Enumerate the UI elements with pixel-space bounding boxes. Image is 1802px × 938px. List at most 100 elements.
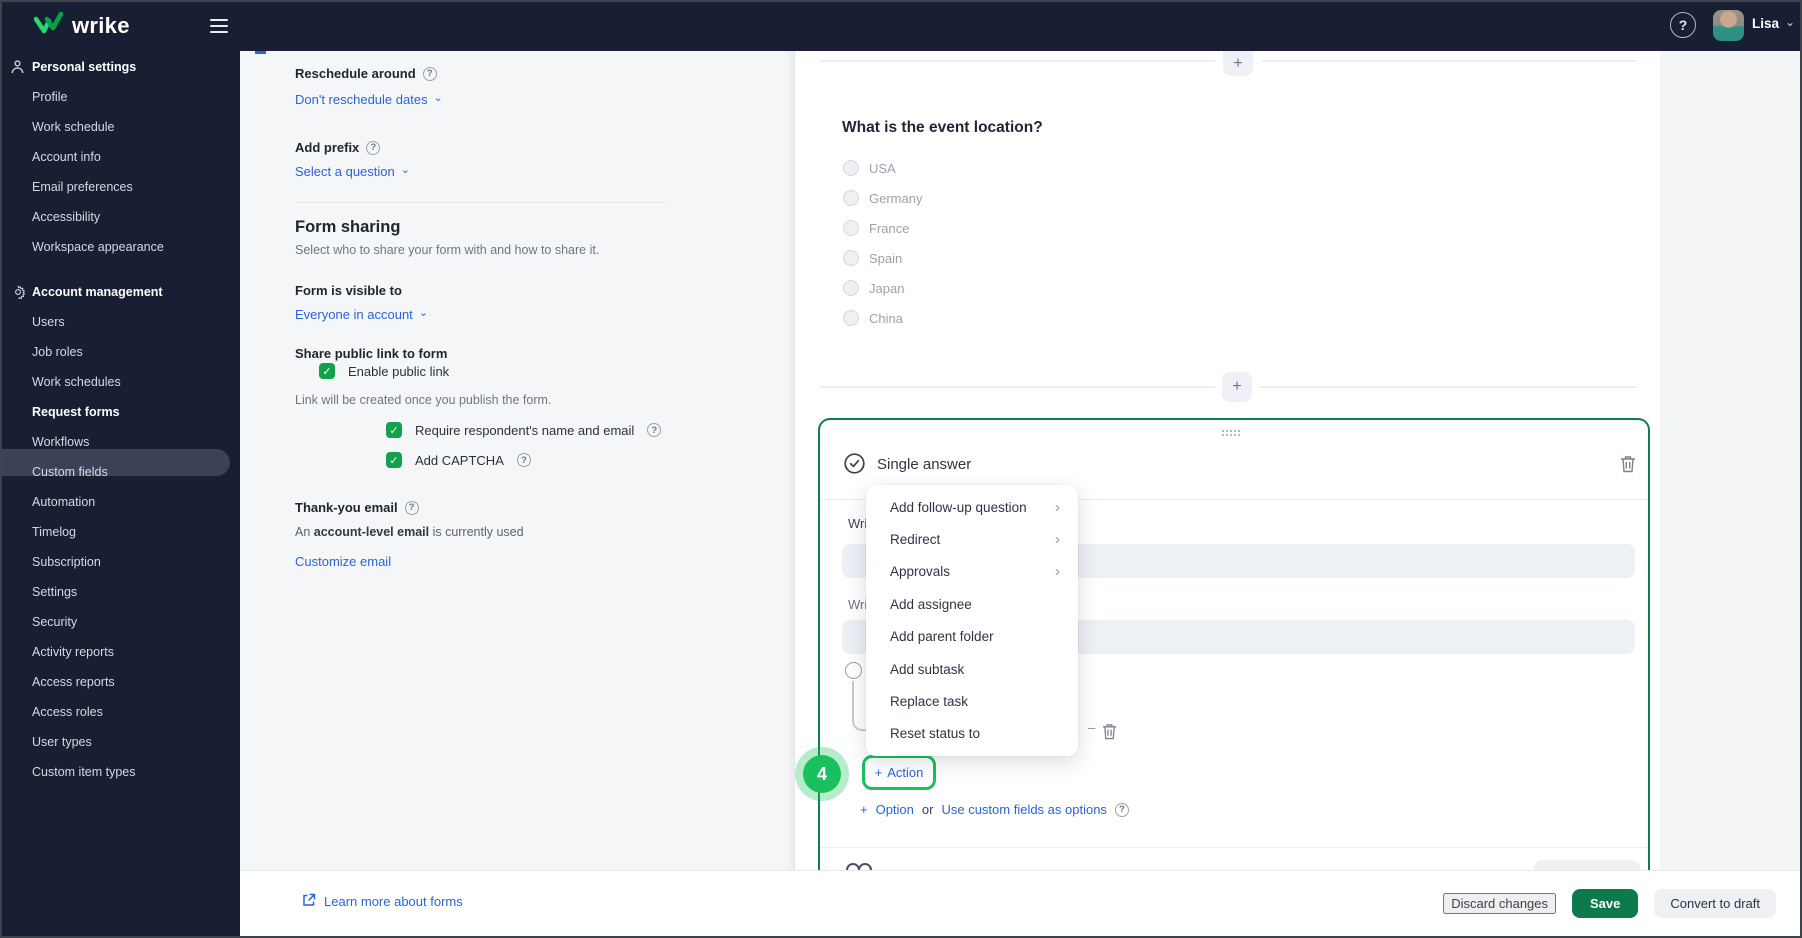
gear-icon [10,285,25,304]
radio-icon [843,310,859,326]
sidebar-item-settings[interactable]: Settings [32,582,77,602]
option-row: Spain [843,248,902,268]
sidebar-item-request-forms[interactable]: Request forms [32,402,120,422]
action-dropdown-menu: Add follow-up question › Redirect › Approv… [866,485,1078,756]
require-name-label: Require respondent's name and email [415,422,635,438]
tutorial-step-badge: 4 [795,747,849,801]
form-sharing-subtitle: Select who to share your form with and h… [295,243,600,257]
question-type-label: Single answer [877,456,972,473]
share-public-link-label: Share public link to form [295,346,448,361]
convert-to-draft-button[interactable]: Convert to draft [1654,888,1776,918]
option-row: Germany [843,188,922,208]
menu-item-add-assignee[interactable]: Add assignee [866,588,1078,620]
help-circle-icon[interactable]: ? [404,500,419,515]
form-builder-canvas: + What is the event location? USA German… [795,51,1802,888]
sidebar-item-work-schedule[interactable]: Work schedule [32,117,114,137]
radio-icon [843,160,859,176]
section-divider [295,202,667,203]
sidebar-item-access-roles[interactable]: Access roles [32,702,103,722]
visible-to-dropdown[interactable]: Everyone in account ⌄ [295,307,428,322]
checkbox-checked[interactable]: ✓ [386,452,402,468]
delete-question-icon[interactable] [1620,455,1636,478]
sidebar-section-personal[interactable]: Personal settings [32,57,136,77]
sidebar-item-email-preferences[interactable]: Email preferences [32,177,133,197]
sidebar-item-custom-fields[interactable]: Custom fields [32,462,108,482]
footer-actions: Discard changes Save Convert to draft [1443,871,1776,935]
use-custom-fields-link[interactable]: Use custom fields as options [941,802,1106,817]
help-circle-icon[interactable]: ? [422,66,437,81]
help-circle-icon[interactable]: ? [516,453,531,467]
sidebar-item-timelog[interactable]: Timelog [32,522,76,542]
add-action-button[interactable]: + Action [862,755,936,790]
option-radio-icon [845,662,862,679]
save-button[interactable]: Save [1572,888,1639,918]
footer-bar: Learn more about forms Discard changes S… [240,870,1802,936]
menu-item-add-subtask[interactable]: Add subtask [866,653,1078,685]
radio-icon [843,220,859,236]
reschedule-dropdown[interactable]: Don't reschedule dates ⌄ [295,92,443,107]
sidebar-item-users[interactable]: Users [32,312,65,332]
sidebar-item-security[interactable]: Security [32,612,77,632]
drag-handle-icon[interactable] [1222,430,1240,436]
help-icon[interactable]: ? [1670,12,1696,38]
checkbox-checked[interactable]: ✓ [386,422,402,438]
clipped-link-sliver [255,51,266,54]
learn-more-link[interactable]: Learn more about forms [302,893,463,910]
sidebar-item-work-schedules[interactable]: Work schedules [32,372,121,392]
help-circle-icon[interactable]: ? [647,423,662,437]
avatar[interactable] [1713,10,1744,41]
checkbox-checked[interactable]: ✓ [319,363,335,379]
insert-divider [1259,386,1637,388]
sidebar-section-account-management[interactable]: Account management [32,282,163,302]
radio-icon [843,280,859,296]
insert-divider [820,386,1215,388]
customize-email-link[interactable]: Customize email [295,554,391,569]
sidebar-item-automation[interactable]: Automation [32,492,95,512]
captcha-row: ✓ Add CAPTCHA ? [386,452,531,468]
menu-item-approvals[interactable]: Approvals › [866,556,1078,588]
option-row: China [843,308,903,328]
sidebar-item-job-roles[interactable]: Job roles [32,342,83,362]
external-link-icon [302,893,316,910]
user-menu[interactable]: Lisa ⌄ [1752,15,1795,32]
radio-icon [843,190,859,206]
discard-changes-button[interactable]: Discard changes [1443,892,1557,914]
visible-to-label: Form is visible to [295,283,402,298]
question-title[interactable]: What is the event location? [842,119,1043,137]
add-question-button[interactable]: + [1223,51,1253,76]
sidebar-item-user-types[interactable]: User types [32,732,92,752]
delete-option-icon[interactable] [1102,723,1117,745]
menu-item-reset-status-to[interactable]: Reset status to [866,718,1078,750]
radio-icon [843,250,859,266]
require-name-row: ✓ Require respondent's name and email ? [386,422,662,438]
sidebar-item-workspace-appearance[interactable]: Workspace appearance [32,237,164,257]
sidebar-item-access-reports[interactable]: Access reports [32,672,115,692]
sidebar-item-account-info[interactable]: Account info [32,147,101,167]
sidebar-item-profile[interactable]: Profile [32,87,67,107]
option-row: France [843,218,909,238]
sidebar-item-subscription[interactable]: Subscription [32,552,101,572]
wrike-logo[interactable]: wrike [33,11,130,41]
hamburger-menu-icon[interactable] [210,19,228,33]
prefix-dropdown[interactable]: Select a question ⌄ [295,164,410,179]
menu-item-replace-task[interactable]: Replace task [866,685,1078,717]
sidebar-item-custom-item-types[interactable]: Custom item types [32,762,136,782]
add-option-button[interactable]: Option [876,802,914,817]
chevron-down-icon: ⌄ [400,164,410,176]
thankyou-email-note: An account-level email is currently used [295,525,524,539]
sidebar-item-accessibility[interactable]: Accessibility [32,207,100,227]
thankyou-email-label: Thank-you email ? [295,500,419,515]
insert-divider [1262,60,1637,62]
option-row: Japan [843,278,904,298]
plus-icon: + [874,765,883,780]
menu-item-add-parent-folder[interactable]: Add parent folder [866,621,1078,653]
add-question-button[interactable]: + [1222,372,1252,402]
help-circle-icon[interactable]: ? [366,140,381,155]
menu-item-add-follow-up-question[interactable]: Add follow-up question › [866,491,1078,523]
menu-item-redirect[interactable]: Redirect › [866,523,1078,555]
sidebar-item-activity-reports[interactable]: Activity reports [32,642,114,662]
top-header: wrike ? Lisa ⌄ [0,0,1802,51]
sidebar-item-workflows[interactable]: Workflows [32,432,89,452]
add-prefix-label: Add prefix ? [295,140,381,155]
help-circle-icon[interactable]: ? [1114,802,1129,817]
